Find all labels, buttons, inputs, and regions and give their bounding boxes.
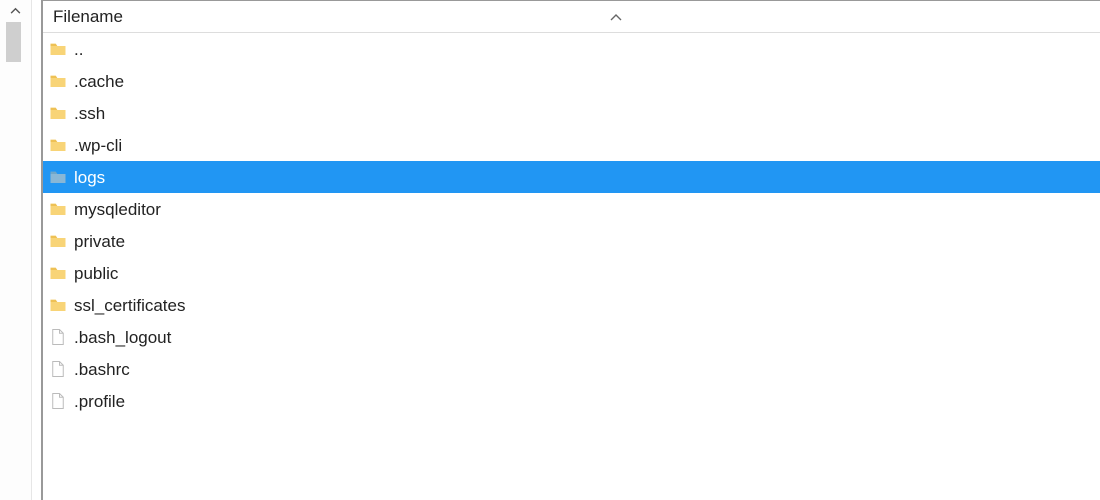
file-icon <box>49 392 67 410</box>
file-name-label: .cache <box>74 73 124 90</box>
folder-icon <box>49 136 67 154</box>
file-row[interactable]: .bashrc <box>43 353 1100 385</box>
folder-icon <box>49 72 67 90</box>
left-scrollbar[interactable] <box>0 0 32 500</box>
file-name-label: public <box>74 265 118 282</box>
divider-panel <box>32 0 42 500</box>
folder-icon <box>49 40 67 58</box>
file-row[interactable]: mysqleditor <box>43 193 1100 225</box>
file-row[interactable]: public <box>43 257 1100 289</box>
scroll-thumb[interactable] <box>6 22 21 62</box>
file-row[interactable]: .bash_logout <box>43 321 1100 353</box>
file-panel: Filename .. .cache .ssh .wp-cli logs mysqledi… <box>0 0 1100 500</box>
folder-icon <box>49 104 67 122</box>
file-row[interactable]: .. <box>43 33 1100 65</box>
file-row[interactable]: .wp-cli <box>43 129 1100 161</box>
file-row[interactable]: ssl_certificates <box>43 289 1100 321</box>
chevron-up-icon <box>10 7 21 14</box>
scroll-up-button[interactable] <box>0 2 31 18</box>
folder-icon <box>49 264 67 282</box>
file-icon <box>49 360 67 378</box>
file-list-panel: Filename .. .cache .ssh .wp-cli logs mysqledi… <box>42 0 1100 500</box>
folder-icon <box>49 232 67 250</box>
file-row[interactable]: .ssh <box>43 97 1100 129</box>
file-list: .. .cache .ssh .wp-cli logs mysqleditor privat… <box>43 33 1100 417</box>
folder-icon <box>49 296 67 314</box>
folder-icon <box>49 168 67 186</box>
file-name-label: .ssh <box>74 105 105 122</box>
file-row[interactable]: .profile <box>43 385 1100 417</box>
file-name-label: logs <box>74 169 105 186</box>
file-name-label: .. <box>74 41 83 58</box>
file-row[interactable]: private <box>43 225 1100 257</box>
file-name-label: private <box>74 233 125 250</box>
folder-icon <box>49 200 67 218</box>
chevron-up-icon <box>610 13 622 21</box>
sort-indicator <box>606 13 626 21</box>
column-header-row[interactable]: Filename <box>43 1 1100 33</box>
file-icon <box>49 328 67 346</box>
column-header-filename[interactable]: Filename <box>43 3 133 31</box>
file-name-label: .bashrc <box>74 361 130 378</box>
file-name-label: ssl_certificates <box>74 297 185 314</box>
file-row[interactable]: logs <box>43 161 1100 193</box>
file-row[interactable]: .cache <box>43 65 1100 97</box>
file-name-label: mysqleditor <box>74 201 161 218</box>
file-name-label: .bash_logout <box>74 329 171 346</box>
file-name-label: .profile <box>74 393 125 410</box>
file-name-label: .wp-cli <box>74 137 122 154</box>
